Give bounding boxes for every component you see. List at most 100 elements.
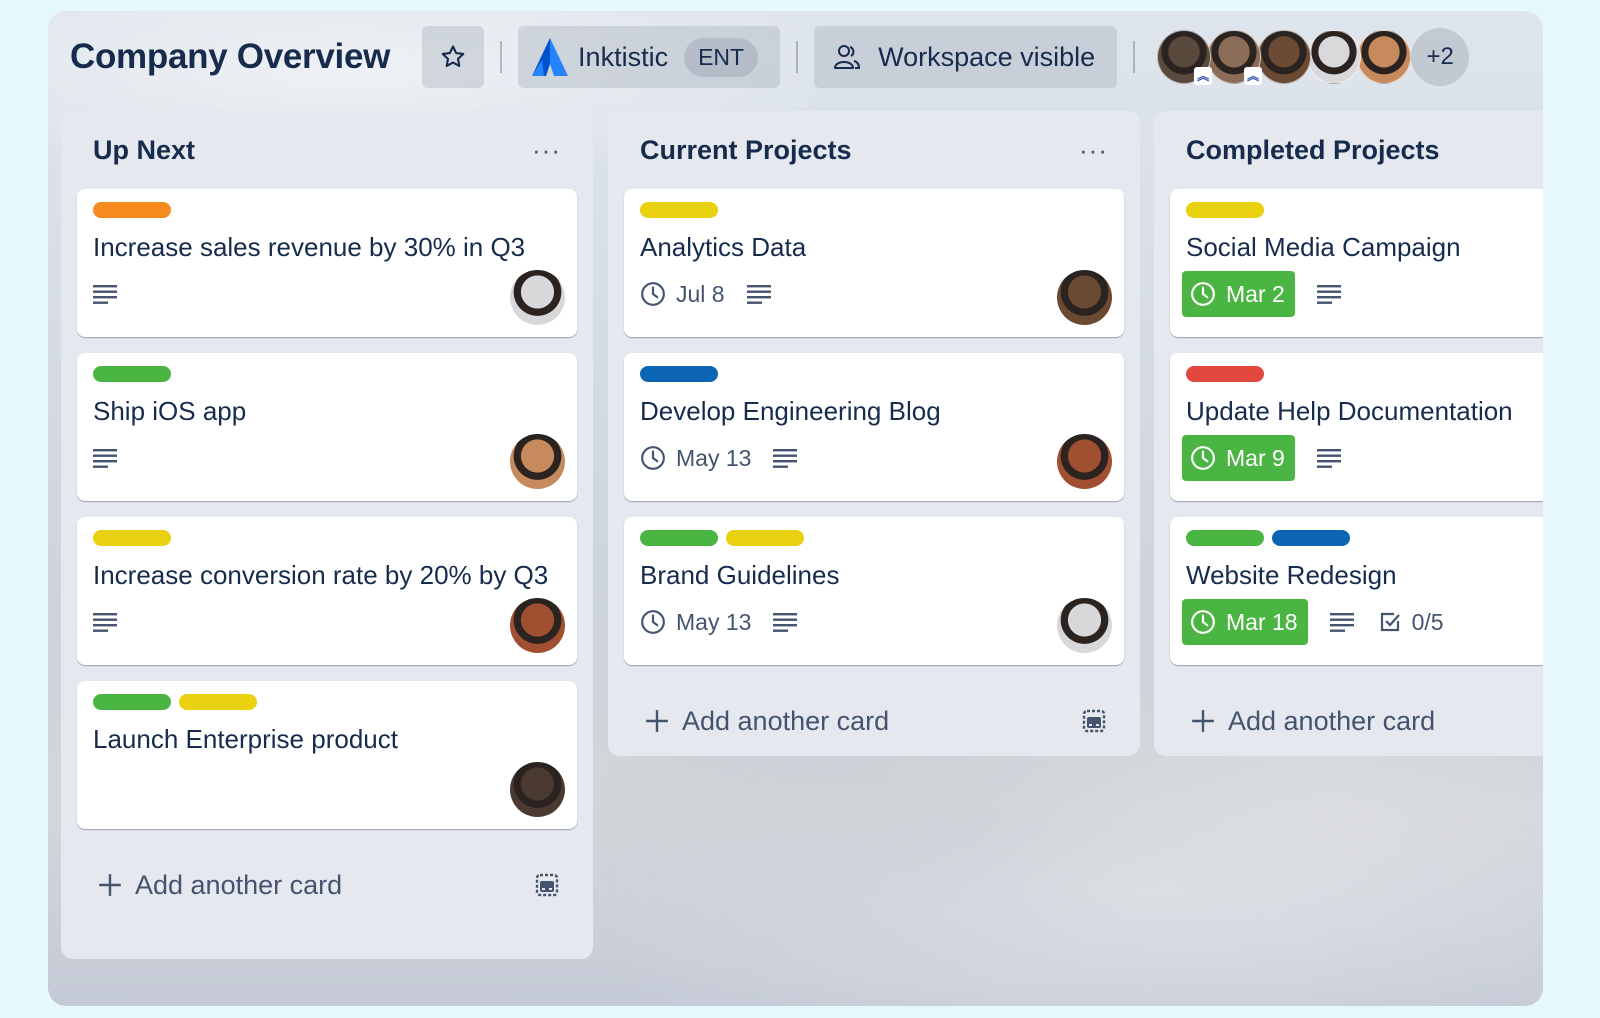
card-badges: Mar 2: [1182, 271, 1543, 317]
board-header: Company Overview Inktistic ENT Workspace…: [48, 11, 1543, 103]
description-icon: [773, 613, 798, 632]
due-date-badge[interactable]: Jul 8: [640, 281, 725, 308]
member-avatar[interactable]: [1357, 30, 1412, 84]
add-card-button[interactable]: Add another card: [644, 706, 889, 737]
card-label[interactable]: [179, 694, 257, 710]
workspace-button[interactable]: Inktistic ENT: [518, 26, 781, 88]
card-badges: Jul 8: [640, 273, 1108, 315]
add-card-row: Add another card: [77, 845, 577, 925]
admin-badge-icon: ︽: [1194, 67, 1213, 85]
card-title: Launch Enterprise product: [93, 724, 398, 754]
card-label[interactable]: [640, 366, 718, 382]
people-icon: [834, 45, 861, 69]
add-card-row: Add another card: [1170, 681, 1543, 761]
due-date: Mar 9: [1226, 444, 1285, 471]
more-members-button[interactable]: +2: [1411, 28, 1470, 86]
card[interactable]: Website Redesign Mar 18 0/5: [1170, 517, 1543, 665]
due-date-badge[interactable]: Mar 9: [1182, 435, 1295, 481]
card[interactable]: Update Help Documentation Mar 9: [1170, 353, 1543, 501]
checklist-count: 0/5: [1411, 608, 1444, 635]
card[interactable]: Develop Engineering Blog May 13: [624, 353, 1124, 501]
clock-icon: [1191, 282, 1215, 306]
card-title: Increase conversion rate by 20% by Q3: [93, 560, 549, 590]
card-label[interactable]: [1186, 530, 1264, 546]
card-badges: Mar 9: [1182, 435, 1543, 481]
list-title[interactable]: Completed Projects: [1186, 135, 1440, 166]
atlassian-logo-icon: [532, 38, 569, 76]
card[interactable]: Ship iOS app: [77, 353, 577, 501]
due-date: May 13: [676, 444, 752, 471]
list-title[interactable]: Current Projects: [640, 135, 852, 166]
card-label[interactable]: [640, 530, 718, 546]
add-card-label: Add another card: [135, 869, 343, 900]
add-card-button[interactable]: Add another card: [1190, 706, 1435, 737]
card-template-icon[interactable]: [1080, 707, 1108, 735]
list-title[interactable]: Up Next: [93, 135, 195, 166]
card-member-avatar[interactable]: [1057, 434, 1112, 489]
plus-icon: [646, 710, 668, 732]
checklist-badge: 0/5: [1378, 609, 1444, 636]
card-labels: [1186, 366, 1543, 382]
card-label[interactable]: [93, 530, 171, 546]
member-avatars: ︽ ︽: [1157, 30, 1412, 85]
member-avatar[interactable]: ︽: [1207, 30, 1263, 85]
clock-icon: [641, 610, 665, 634]
card-label[interactable]: [93, 694, 171, 710]
card-member-avatar[interactable]: [510, 270, 565, 325]
list-header: Current Projects ···: [624, 111, 1124, 189]
card[interactable]: Brand Guidelines May 13: [624, 517, 1124, 665]
card-member-avatar[interactable]: [1057, 270, 1112, 325]
card-member-avatar[interactable]: [510, 762, 565, 817]
list-menu-button[interactable]: ···: [1079, 135, 1108, 166]
card-member-avatar[interactable]: [1057, 598, 1112, 653]
card-labels: [1186, 530, 1543, 546]
description-icon: [93, 449, 117, 468]
due-date-badge[interactable]: May 13: [640, 445, 751, 472]
description-icon: [1316, 449, 1341, 468]
board-title[interactable]: Company Overview: [70, 37, 390, 77]
member-avatar[interactable]: [1307, 30, 1362, 84]
add-card-button[interactable]: Add another card: [97, 870, 342, 901]
card-label[interactable]: [93, 202, 171, 218]
member-avatar[interactable]: [1257, 30, 1312, 84]
card-label[interactable]: [1272, 530, 1350, 546]
admin-badge-icon: ︽: [1244, 67, 1263, 85]
card-title: Update Help Documentation: [1186, 396, 1513, 426]
member-avatar[interactable]: ︽: [1157, 30, 1213, 85]
card-member-avatar[interactable]: [510, 598, 565, 653]
card[interactable]: Increase sales revenue by 30% in Q3: [77, 189, 577, 337]
card-title: Develop Engineering Blog: [640, 396, 941, 426]
card[interactable]: Increase conversion rate by 20% by Q3: [77, 517, 577, 665]
card-label[interactable]: [726, 530, 804, 546]
card-badges: [93, 437, 561, 479]
clock-icon: [1191, 446, 1215, 470]
due-date-badge[interactable]: Mar 2: [1182, 271, 1295, 317]
card-label[interactable]: [1186, 366, 1264, 382]
card-label[interactable]: [93, 366, 171, 382]
card-member-avatar[interactable]: [510, 434, 565, 489]
visibility-label: Workspace visible: [878, 41, 1096, 72]
board: Company Overview Inktistic ENT Workspace…: [48, 11, 1543, 1006]
card-label[interactable]: [640, 202, 718, 218]
card-label[interactable]: [1186, 202, 1264, 218]
list-menu-button[interactable]: ···: [532, 135, 561, 166]
star-icon: [441, 45, 465, 68]
card[interactable]: Social Media Campaign Mar 2: [1170, 189, 1543, 337]
workspace-name: Inktistic: [578, 41, 669, 72]
list-clip: Completed Projects Social Media Campaign M…: [1154, 111, 1543, 766]
clock-icon: [641, 446, 665, 470]
description-icon: [1329, 613, 1354, 632]
card-template-icon[interactable]: [533, 871, 561, 899]
due-date: Mar 2: [1226, 280, 1285, 307]
card[interactable]: Launch Enterprise product: [77, 681, 577, 829]
visibility-button[interactable]: Workspace visible: [814, 26, 1118, 88]
card[interactable]: Analytics Data Jul 8: [624, 189, 1124, 337]
list-completed-projects: Completed Projects Social Media Campaign M…: [1154, 111, 1543, 756]
due-date-badge[interactable]: Mar 18: [1182, 599, 1308, 645]
star-button[interactable]: [422, 26, 485, 88]
due-date-badge[interactable]: May 13: [640, 609, 751, 636]
list-header: Completed Projects: [1170, 111, 1543, 189]
description-icon: [93, 613, 117, 632]
description-icon: [93, 285, 117, 304]
card-badges: [93, 765, 561, 807]
